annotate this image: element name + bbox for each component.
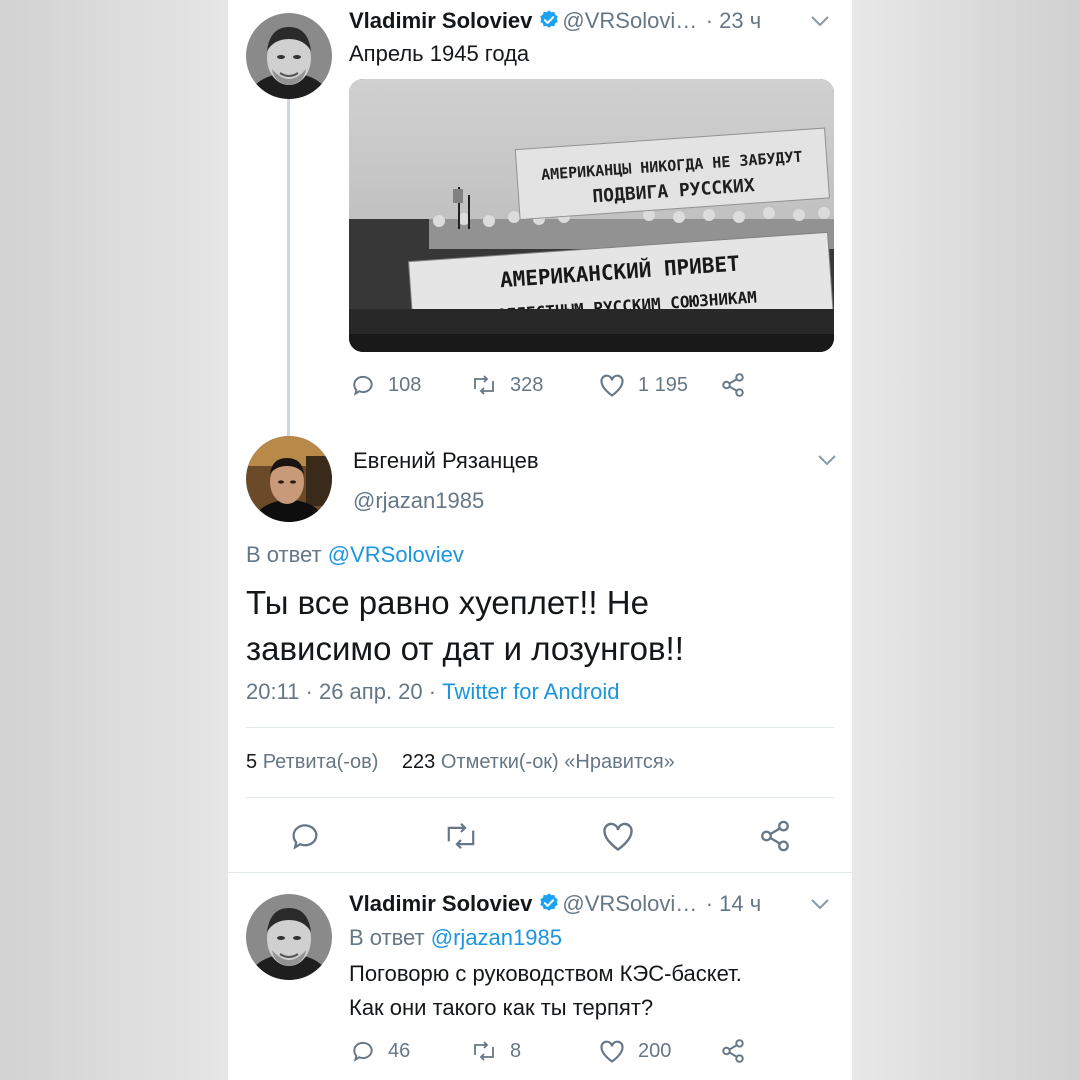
tweet1-handle[interactable]: @VRSolovi…: [562, 8, 697, 33]
avatar-soloviev[interactable]: [246, 894, 332, 980]
tweet1-actions: 108 328 1 195: [350, 372, 770, 398]
tweet3-reply-context: В ответ @rjazan1985: [349, 925, 562, 951]
tweet1-time[interactable]: · 23 ч: [706, 8, 761, 33]
reply-icon: [353, 1041, 373, 1062]
verified-badge-icon: [538, 9, 560, 36]
avatar-ryazantsev[interactable]: [246, 436, 332, 522]
reply-prefix: В ответ: [246, 542, 322, 567]
verified-badge-icon: [538, 892, 560, 919]
tweet2-meta: 20:11 · 26 апр. 20 · Twitter for Android: [246, 679, 620, 705]
reply-to-link[interactable]: @VRSoloviev: [328, 542, 464, 567]
retweets-stat[interactable]: 5 Ретвита(-ов): [246, 751, 378, 773]
tweet3-handle[interactable]: @VRSolovi…: [562, 891, 697, 916]
tweet3-author-name[interactable]: Vladimir Soloviev: [349, 891, 532, 916]
tweet3-header: Vladimir Soloviev @VRSolovi… · 14 ч: [349, 891, 761, 919]
reply-icon: [353, 375, 373, 396]
like-icon: [600, 1040, 624, 1063]
retweet-icon: [474, 1041, 494, 1061]
tweet3-time[interactable]: · 14 ч: [706, 891, 761, 916]
background-right: [852, 0, 1080, 1080]
tweet1-author-name[interactable]: Vladimir Soloviev: [349, 8, 532, 33]
avatar-soloviev[interactable]: [246, 13, 332, 99]
reply-button[interactable]: 46: [350, 1038, 470, 1064]
tweet3-actions: 46 8 200: [350, 1038, 770, 1064]
tweet1-reply-count: 108: [388, 373, 422, 396]
tweet1-text: Апрель 1945 года: [349, 41, 530, 66]
thread-connector-line: [287, 98, 290, 436]
share-button[interactable]: [720, 1038, 746, 1064]
reply-icon[interactable]: [288, 819, 322, 853]
tweet2-reply-context: В ответ @VRSoloviev: [246, 542, 464, 568]
share-icon: [722, 1039, 744, 1063]
tweet3-text: Поговорю с руководством КЭС-баскет. Как …: [349, 957, 742, 1025]
likes-stat[interactable]: 223 Отметки(-ок) «Нравится»: [402, 751, 675, 773]
like-button[interactable]: 200: [598, 1038, 720, 1064]
retweet-button[interactable]: 8: [470, 1038, 598, 1064]
tweet3-retweet-count: 8: [510, 1039, 522, 1062]
tweet1-retweet-count: 328: [510, 373, 544, 396]
retweet-icon: [474, 375, 494, 395]
share-icon[interactable]: [758, 819, 792, 853]
retweet-button[interactable]: 328: [470, 372, 598, 398]
tweet2-datetime[interactable]: 20:11 · 26 апр. 20 ·: [246, 679, 436, 704]
divider: [246, 727, 834, 728]
tweet2-handle[interactable]: @rjazan1985: [353, 488, 484, 514]
tweet3-text-line1: Поговорю с руководством КЭС-баскет.: [349, 961, 742, 986]
tweet1-like-count: 1 195: [638, 373, 689, 396]
background-left: [0, 0, 228, 1080]
chevron-down-icon[interactable]: [810, 897, 830, 916]
retweet-label: Ретвита(-ов): [262, 751, 379, 773]
like-label: Отметки(-ок) «Нравится»: [440, 751, 675, 773]
divider: [246, 797, 834, 798]
tweet2-author-name[interactable]: Евгений Рязанцев: [353, 448, 539, 474]
divider: [228, 872, 852, 873]
retweet-count: 5: [246, 751, 258, 773]
like-icon[interactable]: [600, 819, 636, 853]
tweet2-source[interactable]: Twitter for Android: [442, 679, 619, 704]
retweet-icon[interactable]: [442, 819, 480, 853]
reply-button[interactable]: 108: [350, 372, 470, 398]
tweet2-text: Ты все равно хуеплет!! Не зависимо от да…: [246, 580, 684, 672]
tweet1-header: Vladimir Soloviev @VRSolovi… · 23 ч: [349, 8, 761, 36]
share-button[interactable]: [720, 372, 746, 398]
tweet3-reply-count: 46: [388, 1039, 411, 1062]
tweet2-text-line1: Ты все равно хуеплет!! Не: [246, 584, 649, 621]
tweet2-stats: 5 Ретвита(-ов) 223 Отметки(-ок) «Нравитс…: [246, 751, 675, 774]
tweet3-text-line2: Как они такого как ты терпят?: [349, 995, 654, 1020]
share-icon: [722, 373, 744, 397]
like-icon: [600, 374, 624, 397]
tweet2-text-line2: зависимо от дат и лозунгов!!: [246, 630, 684, 667]
reply-to-link[interactable]: @rjazan1985: [431, 925, 562, 950]
chevron-down-icon[interactable]: [810, 14, 830, 33]
like-count: 223: [401, 751, 436, 773]
tweet1-photo[interactable]: АМЕРИКАНЦЫ НИКОГДА НЕ ЗАБУДУТ ПОДВИГА РУ…: [349, 79, 834, 352]
chevron-down-icon[interactable]: [817, 453, 837, 472]
tweet3-like-count: 200: [638, 1039, 672, 1062]
like-button[interactable]: 1 195: [598, 372, 720, 398]
reply-prefix: В ответ: [349, 925, 425, 950]
